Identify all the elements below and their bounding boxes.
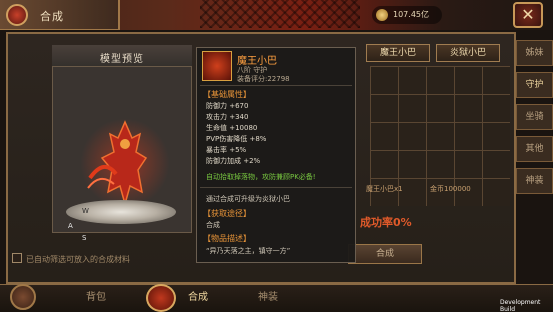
upgrade-note: 通过合成可升级为炎狱小巴 xyxy=(206,195,290,203)
preview-title: 模型预览 xyxy=(100,54,144,65)
tooltip-divider xyxy=(200,85,352,86)
attr-line: PVP伤害降低 +8% xyxy=(206,135,267,143)
recipe-material-text: 魔王小巴x1 xyxy=(366,185,403,193)
scene-mesh-decoration xyxy=(200,0,360,28)
compose-button[interactable]: 合成 xyxy=(348,244,422,264)
description-value: “异乃天落之主，镇守一方” xyxy=(206,247,291,255)
tab-backpack[interactable]: 背包 xyxy=(66,288,126,308)
recipe-button-inferno[interactable]: 炎狱小巴 xyxy=(436,44,500,62)
compass-s: S xyxy=(82,234,87,242)
currency-amount: 107.45亿 xyxy=(393,10,429,19)
attr-line: 防御力 +670 xyxy=(206,102,249,110)
tooltip-divider xyxy=(200,187,352,188)
success-rate: 成功率0% xyxy=(360,216,412,229)
tab-divine-equipment[interactable]: 神装 xyxy=(238,288,298,308)
compass-a: A xyxy=(68,222,73,230)
tab-mount[interactable]: 坐骑 xyxy=(516,104,553,130)
tab-guardian[interactable]: 守护 xyxy=(516,72,553,98)
item-icon xyxy=(202,51,232,81)
attr-line: 暴击率 +5% xyxy=(206,146,247,154)
auto-filter-checkbox[interactable] xyxy=(12,253,22,263)
base-attr-header: 【基础属性】 xyxy=(203,90,251,99)
guardian-model-figure[interactable] xyxy=(80,118,170,210)
menu-toggle-icon[interactable] xyxy=(10,284,36,310)
right-category-tabs: 姊妹 守护 坐骑 其他 神装 xyxy=(516,40,553,200)
dev-build-label: Development Build xyxy=(500,299,541,312)
attr-line: 防御力加成 +2% xyxy=(206,157,261,165)
description-header: 【物品描述】 xyxy=(203,234,251,243)
item-score: 装备评分:22798 xyxy=(237,75,290,83)
synthesis-icon xyxy=(6,4,28,26)
recipe-button-demon-king[interactable]: 魔王小巴 xyxy=(366,44,430,62)
tab-sisters[interactable]: 姊妹 xyxy=(516,40,553,66)
tab-synthesis[interactable]: 合成 xyxy=(168,288,228,308)
auto-pickup-note: 自动拾取掉落物，攻防兼顾PK必备! xyxy=(206,173,316,181)
recipe-cost-text: 金币100000 xyxy=(430,185,471,193)
gold-coin-icon xyxy=(376,9,388,21)
compass-w: W xyxy=(82,207,89,215)
tab-other[interactable]: 其他 xyxy=(516,136,553,162)
tab-divine-gear[interactable]: 神装 xyxy=(516,168,553,194)
attr-line: 攻击力 +340 xyxy=(206,113,249,121)
attr-line: 生命值 +10080 xyxy=(206,124,258,132)
source-header: 【获取途径】 xyxy=(203,209,251,218)
close-button[interactable]: ✕ xyxy=(513,2,543,28)
source-value: 合成 xyxy=(206,221,220,229)
window-title: 合成 xyxy=(40,10,64,23)
auto-filter-label: 已自动筛选可放入的合成材料 xyxy=(26,255,130,264)
